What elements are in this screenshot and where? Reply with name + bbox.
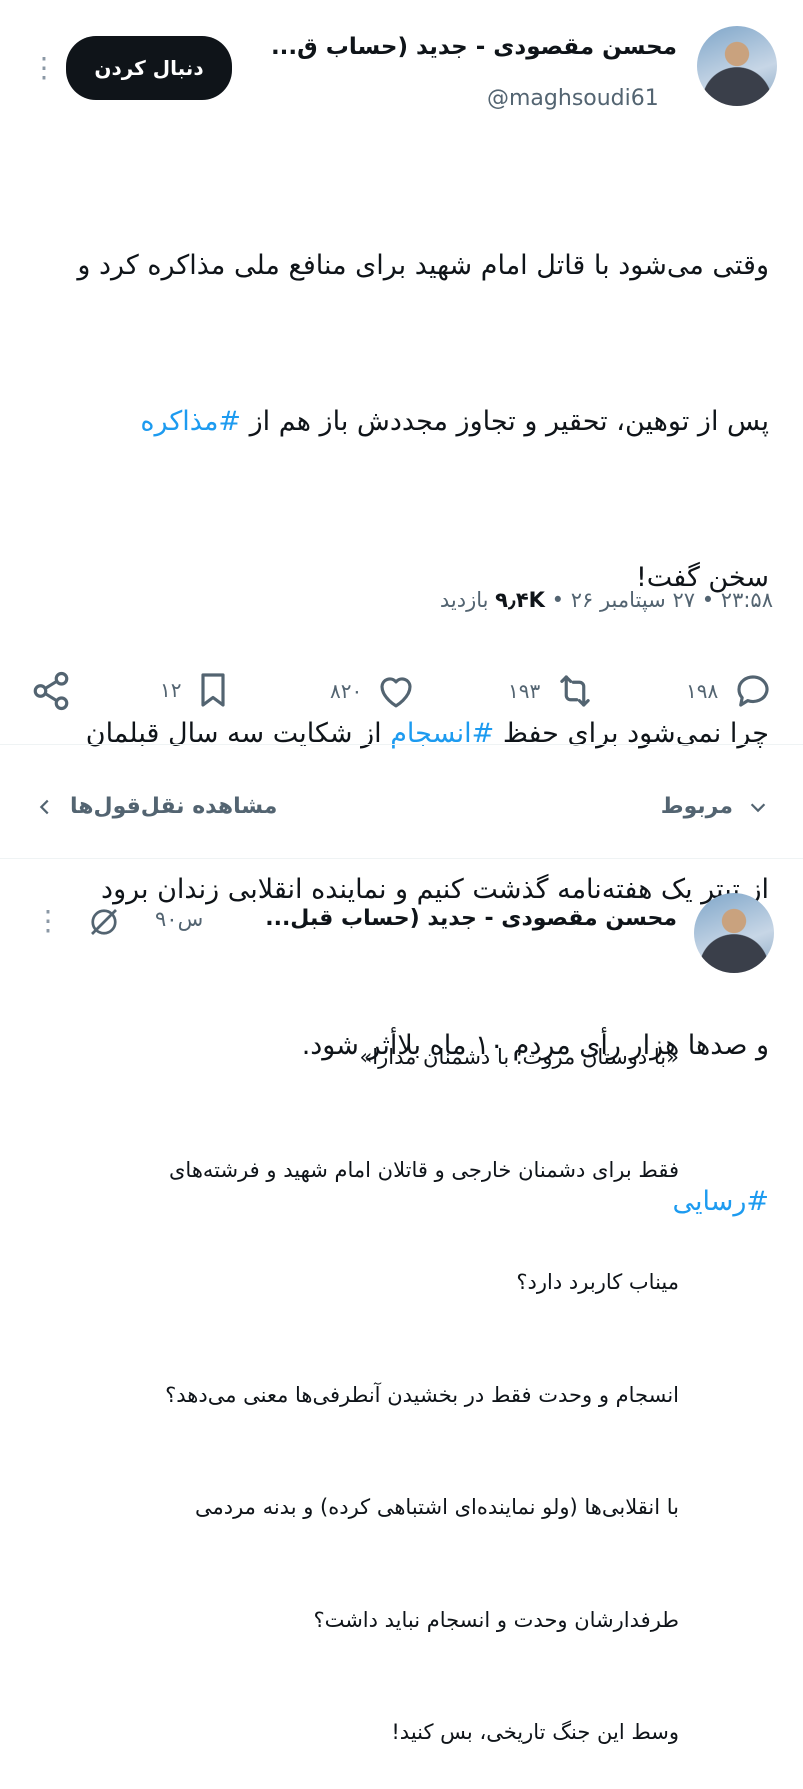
quote-line: میناب کاربرد دارد؟ <box>516 1270 679 1294</box>
reply-count: ۱۹۸ <box>686 679 719 703</box>
tweet-meta: ۲۳:۵۸ • ۲۷ سپتامبر ۲۶ • ۹٫۴K بازدید <box>440 588 773 612</box>
view-quotes-label: مشاهده نقل‌قول‌ها <box>70 794 278 819</box>
more-options-icon[interactable]: ⋮ <box>30 54 58 82</box>
author-handle[interactable]: @maghsoudi61 <box>487 86 659 111</box>
share-button[interactable] <box>30 670 72 712</box>
like-count: ۸۲۰ <box>330 679 363 703</box>
bookmark-button[interactable]: ۱۲ <box>160 670 233 710</box>
meta-separator: • <box>701 588 715 612</box>
chevron-down-icon <box>750 802 766 812</box>
tweet-line-1: وقتی می‌شود با قاتل امام شهید برای منافع… <box>77 250 769 281</box>
hashtag-mozakere[interactable]: #مذاکره <box>140 406 241 437</box>
quote-line: «با دوستان مروت؛ با دشمنان مدارا» <box>359 1045 679 1069</box>
quote-line: فقط برای دشمنان خارجی و قاتلان امام شهید… <box>168 1157 679 1182</box>
tweet-line-2-text: پس از توهین، تحقیر و تجاوز مجددش باز هم … <box>241 406 769 437</box>
reply-icon <box>737 675 769 707</box>
bookmark-icon <box>201 673 226 707</box>
divider <box>0 858 803 859</box>
chevron-left-icon <box>39 799 49 814</box>
views-count: ۹٫۴K <box>495 588 545 612</box>
author-name[interactable]: محسن مقصودی - جدید (حساب ق... <box>247 34 677 60</box>
share-icon <box>33 671 69 711</box>
quote-line: طرفدارشان وحدت و انسجام نباید داشت؟ <box>313 1607 679 1632</box>
quote-author-avatar[interactable] <box>694 893 774 973</box>
quote-author-name[interactable]: محسن مقصودی - جدید (حساب قبل... <box>265 906 677 931</box>
related-dropdown[interactable]: مربوط <box>661 794 769 819</box>
quote-more-options-icon[interactable]: ⋮ <box>34 907 62 935</box>
retweet-button[interactable]: ۱۹۳ <box>508 670 598 712</box>
quote-time-ago[interactable]: ۹۰س <box>155 907 203 931</box>
follow-button-label: دنبال کردن <box>94 56 204 80</box>
quote-text: «با دوستان مروت؛ با دشمنان مدارا» فقط بر… <box>19 964 679 1789</box>
view-quotes-link[interactable]: مشاهده نقل‌قول‌ها <box>34 794 277 819</box>
hashtag-rosvayi[interactable]: #رسایی <box>672 1186 769 1217</box>
related-label: مربوط <box>660 794 733 819</box>
like-button[interactable]: ۸۲۰ <box>330 670 418 712</box>
bookmark-count: ۱۲ <box>160 678 182 702</box>
tweet-line-2: پس از توهین، تحقیر و تجاوز مجددش باز هم … <box>9 396 769 448</box>
heart-icon <box>380 677 412 708</box>
quote-line: انسجام و وحدت فقط در بخشیدن آنطرفی‌ها مع… <box>165 1382 679 1407</box>
author-avatar[interactable] <box>697 26 777 106</box>
tweet-time[interactable]: ۲۳:۵۸ <box>721 588 773 612</box>
reply-button[interactable]: ۱۹۸ <box>686 670 776 712</box>
divider <box>0 744 803 745</box>
follow-button[interactable]: دنبال کردن <box>66 36 232 100</box>
grok-icon[interactable] <box>86 904 122 940</box>
quote-line: با انقلابی‌ها (ولو نماینده‌ای اشتباهی کر… <box>194 1495 679 1519</box>
quote-line: وسط این جنگ تاریخی، بس کنید! <box>391 1720 679 1744</box>
tweet-line-4: چرا نمی‌شود برای حفظ #انسجام از شکایت سه… <box>9 708 769 760</box>
retweet-count: ۱۹۳ <box>508 679 541 703</box>
tweet-date[interactable]: ۲۷ سپتامبر ۲۶ <box>571 588 695 612</box>
views-label: بازدید <box>439 588 489 612</box>
retweet-icon <box>560 675 590 707</box>
meta-separator: • <box>551 588 565 612</box>
